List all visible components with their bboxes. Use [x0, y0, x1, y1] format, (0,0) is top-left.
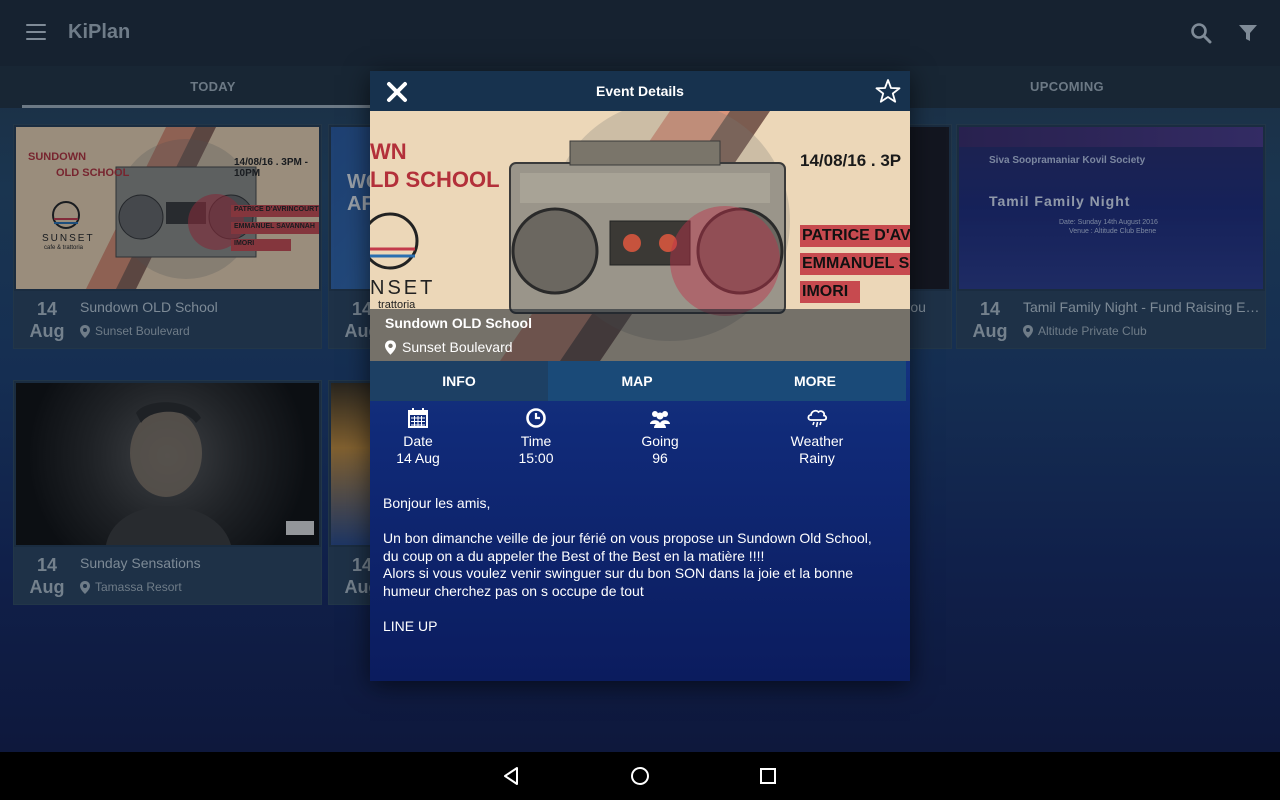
location-pin-icon — [80, 324, 90, 338]
stat-label: Date — [403, 433, 433, 449]
event-poster: Siva Soopramaniar Kovil Society Tamil Fa… — [959, 127, 1263, 289]
cloud-rain-icon — [807, 409, 828, 428]
stat-value: 14 Aug — [396, 450, 440, 466]
favorite-star-icon[interactable] — [875, 78, 901, 104]
card-day: 14 — [36, 299, 58, 319]
hero-logo: NSET — [370, 277, 436, 299]
card-month: Aug — [29, 577, 65, 597]
calendar-icon — [408, 408, 428, 428]
back-icon[interactable] — [502, 766, 522, 786]
card-info: 14 Aug Tamil Family Night - Fund Raising… — [957, 291, 1265, 348]
card-location: Sunset Boulevard — [80, 324, 190, 338]
event-location[interactable]: Sunset Boulevard — [385, 339, 513, 355]
hero-lineup-item: EMMANUEL SAV — [802, 255, 910, 272]
card-location: Altitude Private Club — [1023, 324, 1147, 338]
card-month: Aug — [972, 321, 1008, 341]
dialog-header: Event Details — [370, 71, 910, 111]
stat-label: Time — [520, 433, 552, 449]
stat-time: Time 15:00 — [486, 407, 586, 467]
event-details-dialog: Event Details WN LD SCHOOL 14/08/16 . 3P… — [370, 71, 910, 681]
recents-icon[interactable] — [758, 766, 778, 786]
app-bar: KiPlan — [0, 0, 1280, 66]
stat-going: Going 96 — [610, 407, 710, 467]
tab-upcoming[interactable]: UPCOMING — [854, 66, 1280, 108]
search-icon[interactable] — [1190, 22, 1212, 44]
event-card[interactable]: SUNDOWN OLD SCHOOL 14/08/16 . 3PM - 10PM… — [13, 124, 322, 349]
home-icon[interactable] — [630, 766, 650, 786]
card-info: 14 Aug Sunday Sensations Tamassa Resort — [14, 547, 321, 604]
event-description: Bonjour les amis, Un bon dimanche veille… — [383, 495, 893, 653]
app-title: KiPlan — [68, 21, 131, 43]
stat-label: Going — [641, 433, 679, 449]
hero-date: 14/08/16 . 3P — [800, 151, 902, 170]
hero-brand: WN — [370, 139, 407, 164]
description-paragraph: Un bon dimanche veille de jour férié on … — [383, 530, 872, 599]
event-card[interactable]: 14 Aug Sunday Sensations Tamassa Resort — [13, 380, 322, 605]
people-icon — [650, 411, 670, 428]
dialog-tab-bar: INFO MAP MORE — [370, 361, 906, 401]
stat-label: Weather — [790, 433, 844, 449]
system-nav-bar — [0, 752, 1280, 800]
stat-value: 15:00 — [518, 450, 554, 466]
event-location-text: Sunset Boulevard — [402, 339, 513, 355]
hero-brand-2: LD SCHOOL — [370, 167, 500, 192]
card-location: Tamassa Resort — [80, 580, 182, 594]
card-title: Tamil Family Night - Fund Raising Ev... — [1023, 299, 1263, 315]
description-paragraph: LINE UP — [383, 617, 438, 634]
event-name: Sundown OLD School — [385, 315, 532, 331]
event-poster: SUNDOWN OLD SCHOOL 14/08/16 . 3PM - 10PM… — [16, 127, 319, 289]
location-pin-icon — [1023, 324, 1033, 338]
event-poster — [16, 383, 319, 545]
card-title: Sunday Sensations — [80, 555, 201, 571]
location-pin-icon — [385, 339, 396, 355]
card-title: Sundown OLD School — [80, 299, 218, 315]
card-day: 14 — [36, 555, 58, 575]
app-screen: KiPlan TODAY UPCOMING SUNDOWN OLD SCHOOL… — [0, 0, 1280, 752]
hero-lineup-item: IMORI — [802, 283, 849, 300]
clock-icon — [526, 408, 546, 428]
location-pin-icon — [80, 580, 90, 594]
tab-more[interactable]: MORE — [726, 361, 904, 401]
stat-weather: Weather Rainy — [767, 407, 867, 467]
dialog-title: Event Details — [596, 83, 684, 99]
description-paragraph: Bonjour les amis, — [383, 495, 491, 511]
hero-lineup-item: PATRICE D'AVR — [802, 227, 910, 244]
filter-icon[interactable] — [1238, 24, 1258, 42]
stat-date: Date 14 Aug — [370, 407, 468, 467]
stat-value: Rainy — [799, 450, 835, 466]
card-location-text: Tamassa Resort — [95, 580, 182, 594]
card-location-text: Altitude Private Club — [1038, 324, 1147, 338]
card-location-text: Sunset Boulevard — [95, 324, 190, 338]
tab-map[interactable]: MAP — [548, 361, 726, 401]
tab-info[interactable]: INFO — [370, 361, 548, 401]
card-day: 14 — [979, 299, 1001, 319]
card-month: Aug — [29, 321, 65, 341]
event-card[interactable]: Siva Soopramaniar Kovil Society Tamil Fa… — [956, 124, 1266, 349]
menu-icon[interactable] — [26, 24, 46, 40]
tab-indicator — [22, 105, 422, 108]
card-info: 14 Aug Sundown OLD School Sunset Bouleva… — [14, 291, 321, 348]
tab-today[interactable]: TODAY — [0, 66, 426, 108]
stat-value: 96 — [652, 450, 668, 466]
